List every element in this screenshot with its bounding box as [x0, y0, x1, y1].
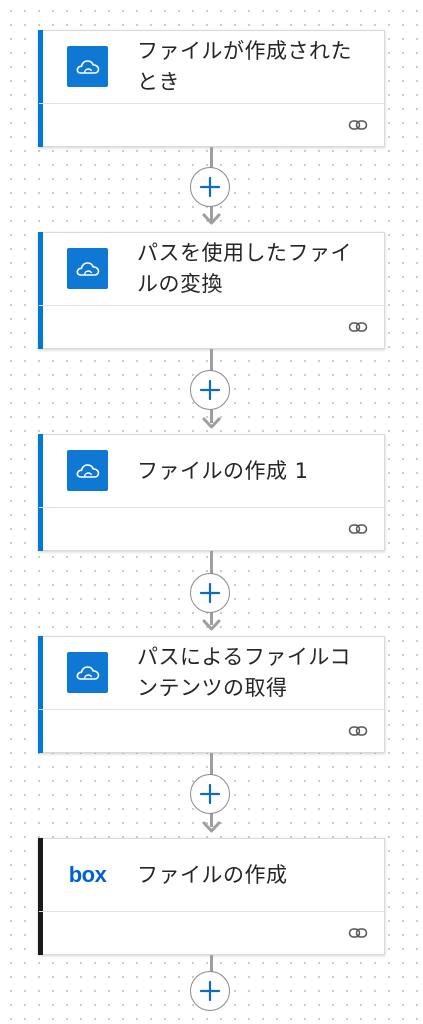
plus-icon: [199, 783, 221, 805]
step-header[interactable]: ファイルの作成 1: [39, 435, 384, 508]
step-connector: [189, 349, 234, 435]
step-connector: [189, 753, 234, 839]
box-logo-text: box: [68, 861, 107, 887]
flow-step-card[interactable]: ファイルが作成されたとき: [38, 30, 385, 147]
link-icon[interactable]: [348, 724, 368, 738]
onedrive-cloud-icon: [67, 46, 108, 87]
onedrive-cloud-icon: [67, 248, 108, 289]
step-title: ファイルが作成されたとき: [137, 39, 352, 94]
step-connector: [189, 551, 234, 637]
step-header[interactable]: パスによるファイルコンテンツの取得: [39, 637, 384, 710]
link-icon[interactable]: [348, 522, 368, 536]
plus-icon: [199, 582, 221, 604]
arrow-down-icon: [202, 417, 221, 429]
insert-step-button[interactable]: [190, 774, 230, 814]
step-connector: [189, 955, 234, 1024]
flow-step-card[interactable]: ファイルの作成 1: [38, 434, 385, 551]
onedrive-cloud-icon: [67, 450, 108, 491]
plus-icon: [199, 176, 221, 198]
arrow-down-icon: [202, 213, 221, 225]
insert-step-button[interactable]: [190, 573, 230, 613]
step-title: ファイルの作成 1: [137, 458, 309, 483]
step-connector: [189, 147, 234, 233]
plus-icon: [199, 980, 221, 1002]
flow-step-card[interactable]: パスによるファイルコンテンツの取得: [38, 636, 385, 753]
plus-icon: [199, 379, 221, 401]
flow-step-card[interactable]: パスを使用したファイルの変換: [38, 232, 385, 349]
link-icon[interactable]: [348, 118, 368, 132]
step-header[interactable]: パスを使用したファイルの変換: [39, 233, 384, 306]
insert-step-button[interactable]: [190, 167, 230, 207]
step-title: パスを使用したファイルの変換: [137, 241, 352, 296]
step-header[interactable]: ファイルが作成されたとき: [39, 31, 384, 104]
step-title: ファイルの作成: [137, 862, 288, 887]
arrow-down-icon: [202, 619, 221, 631]
flow-canvas: ファイルが作成されたとき パスを使用したファイルの変換 ファイルの作成 1 パス…: [0, 0, 423, 1024]
step-title: パスによるファイルコンテンツの取得: [137, 645, 351, 700]
flow-step-card[interactable]: box ファイルの作成: [38, 838, 385, 955]
link-icon[interactable]: [348, 926, 368, 940]
arrow-down-icon: [202, 821, 221, 833]
link-icon[interactable]: [348, 320, 368, 334]
insert-step-button[interactable]: [190, 971, 230, 1011]
insert-step-button[interactable]: [190, 370, 230, 410]
step-header[interactable]: box ファイルの作成: [39, 839, 384, 912]
box-logo-icon: box: [67, 854, 108, 895]
onedrive-cloud-icon: [67, 652, 108, 693]
